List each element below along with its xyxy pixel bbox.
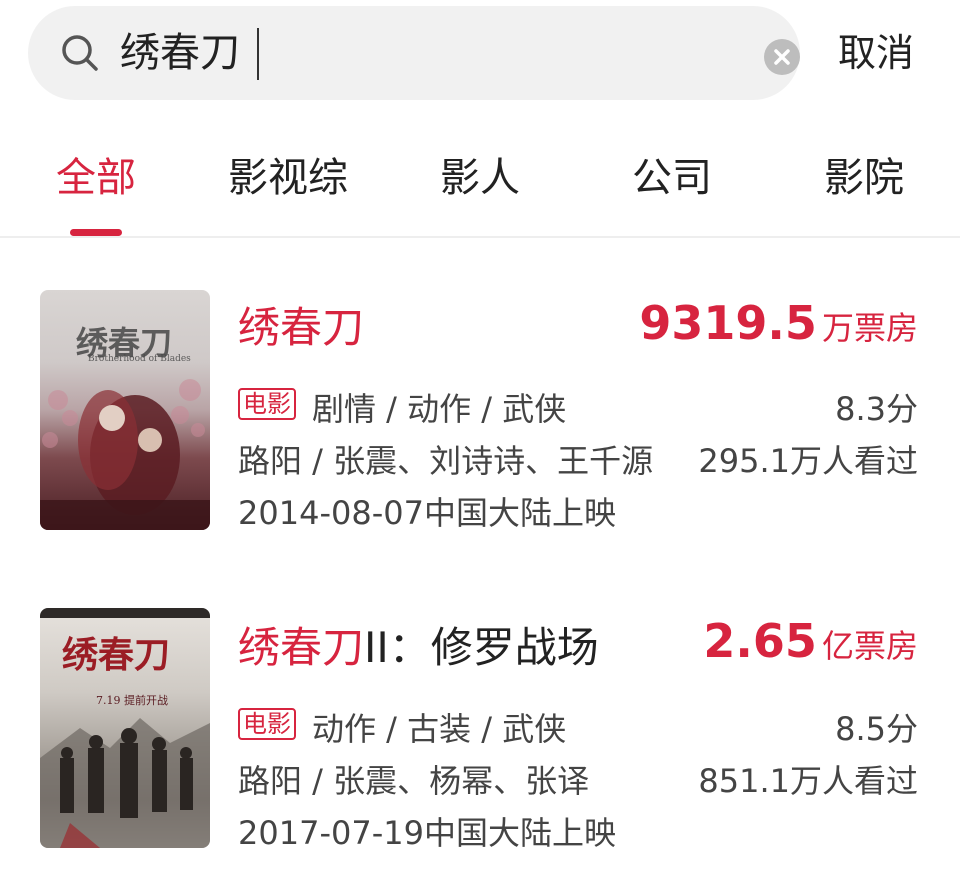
active-tab-indicator (70, 229, 122, 236)
type-tag: 电影 (238, 708, 296, 740)
text-caret (257, 28, 259, 80)
search-icon (62, 35, 98, 71)
box-office-unit: 亿票房 (821, 627, 918, 665)
result-item[interactable]: 绣春刀 7.19 提前开战 绣春刀II：修罗战场 2.65 亿票房 电影 动作 … (0, 608, 960, 868)
poster-subtitle: 7.19 提前开战 (96, 694, 168, 707)
box-office-value: 9319.5 (639, 296, 817, 350)
type-tag: 电影 (238, 388, 296, 420)
box-office-value: 2.65 (703, 614, 817, 668)
movie-title-main: 绣春刀 (238, 303, 365, 352)
movie-viewers: 851.1万人看过 (698, 762, 918, 800)
divider (0, 236, 960, 238)
tab-people[interactable]: 影人 (440, 148, 520, 208)
movie-rating: 8.3分 (835, 390, 918, 428)
movie-people: 路阳 / 张震、杨幂、张译 (238, 762, 590, 800)
box-office: 2.65 亿票房 (703, 614, 918, 668)
tab-cinema[interactable]: 影院 (824, 148, 904, 208)
box-office: 9319.5 万票房 (639, 296, 918, 350)
search-bar[interactable]: 绣春刀 (28, 6, 800, 100)
movie-release: 2017-07-19中国大陆上映 (238, 814, 616, 852)
movie-title[interactable]: 绣春刀II：修罗战场 (238, 614, 599, 675)
movie-poster[interactable]: 绣春刀 7.19 提前开战 (40, 608, 210, 848)
poster-title: 绣春刀 (62, 634, 171, 676)
clear-search-button[interactable] (764, 39, 800, 75)
movie-title[interactable]: 绣春刀 (238, 294, 364, 355)
movie-genres: 剧情 / 动作 / 武侠 (312, 390, 567, 428)
tab-film-tv[interactable]: 影视综 (228, 148, 348, 208)
movie-title-suffix: II：修罗战场 (364, 623, 599, 672)
movie-rating: 8.5分 (835, 710, 918, 748)
movie-genres: 动作 / 古装 / 武侠 (312, 710, 567, 748)
poster-subtitle: Brotherhood of Blades (88, 354, 191, 364)
result-item[interactable]: 绣春刀 Brotherhood of Blades 绣春刀 9319.5 万票房… (0, 290, 960, 550)
category-tabs: 全部 影视综 影人 公司 影院 (0, 148, 960, 208)
movie-title-main: 绣春刀 (238, 623, 365, 672)
movie-viewers: 295.1万人看过 (698, 442, 918, 480)
movie-release: 2014-08-07中国大陆上映 (238, 494, 616, 532)
tab-company[interactable]: 公司 (632, 148, 712, 208)
cancel-button[interactable]: 取消 (838, 26, 914, 80)
close-icon (774, 49, 790, 65)
movie-poster[interactable]: 绣春刀 Brotherhood of Blades (40, 290, 210, 530)
tab-all[interactable]: 全部 (56, 148, 136, 208)
box-office-unit: 万票房 (821, 309, 918, 347)
movie-people: 路阳 / 张震、刘诗诗、王千源 (238, 442, 654, 480)
search-input[interactable]: 绣春刀 (120, 24, 240, 82)
